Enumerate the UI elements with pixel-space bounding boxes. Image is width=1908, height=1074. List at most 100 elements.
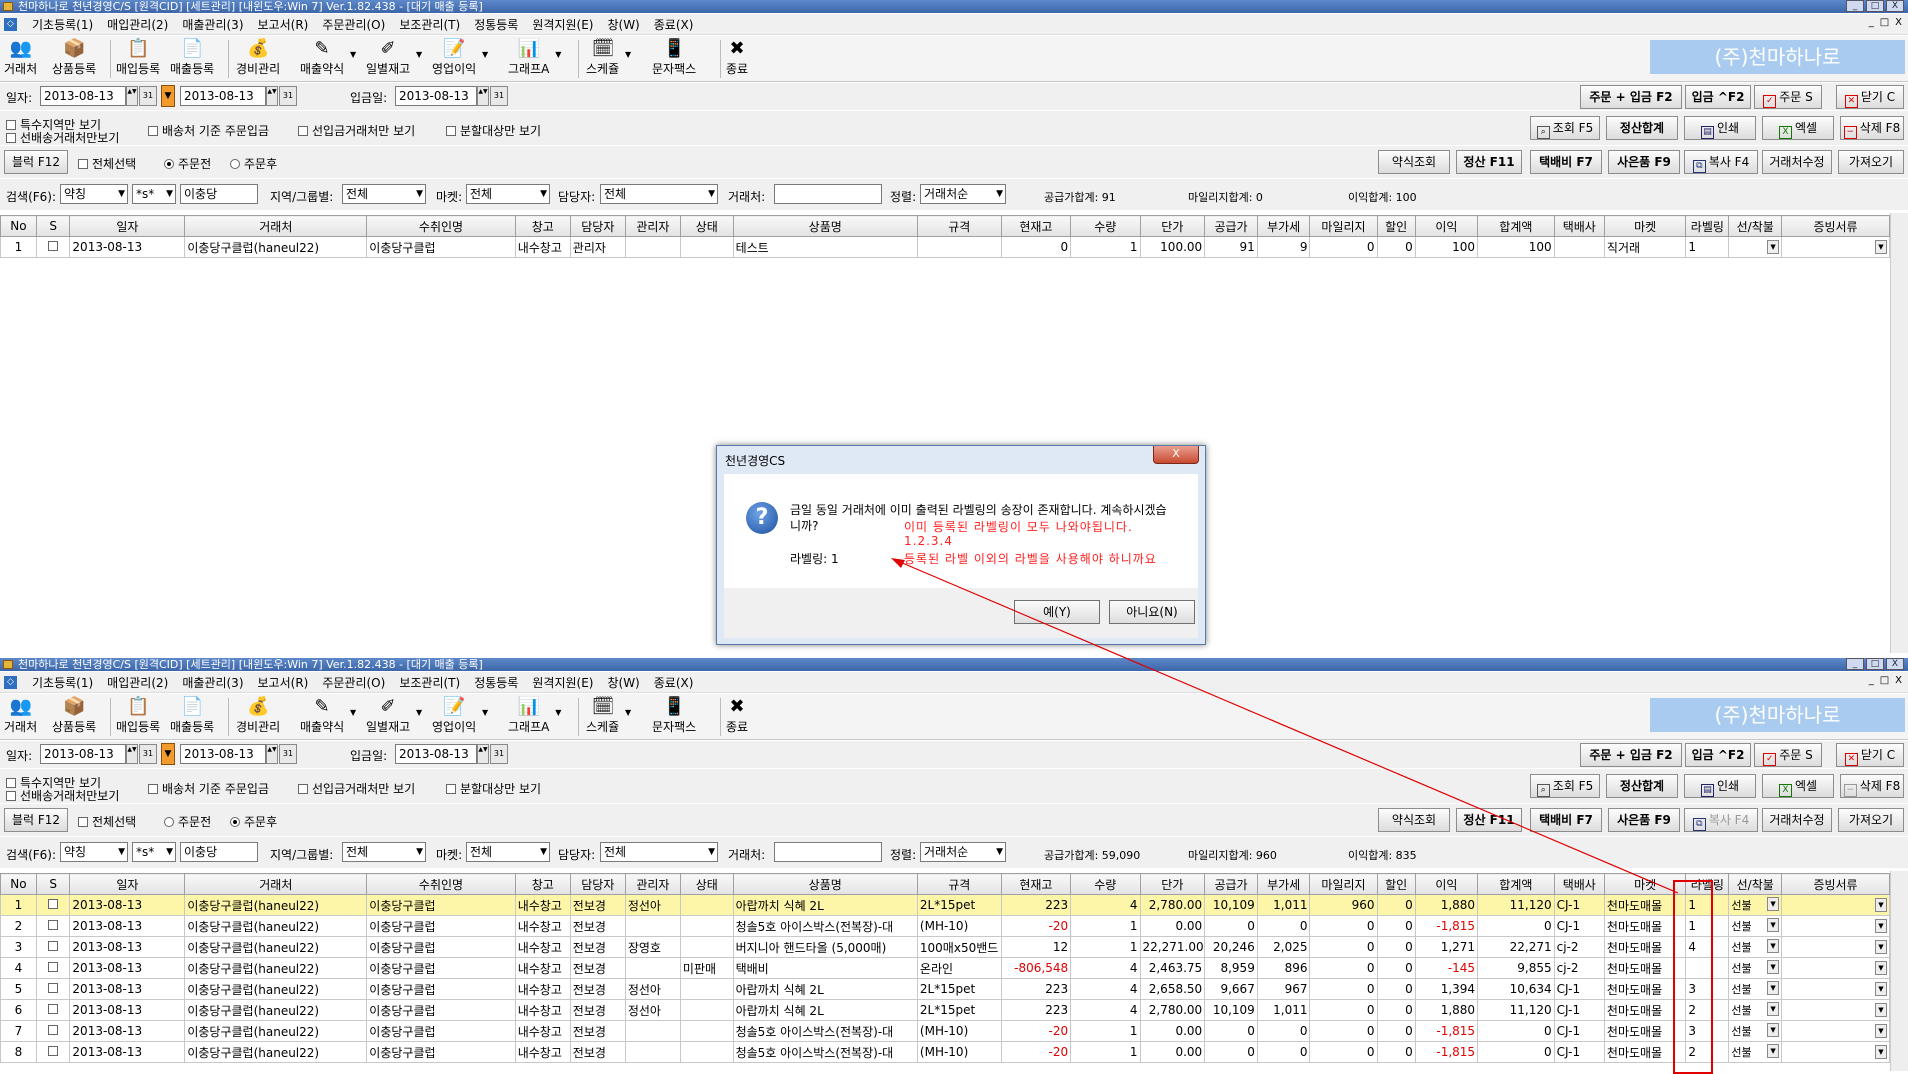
toolbar-phone-button[interactable]: 📱 문자팩스 (652, 38, 696, 80)
order-deposit-button[interactable]: 주문 + 입금 F2 (1580, 743, 1682, 767)
search-input[interactable]: 이충당 (180, 842, 258, 862)
toolbar-people-button[interactable]: 👥 거래처 (4, 696, 37, 738)
date-to-input[interactable]: 2013-08-13 (180, 86, 266, 106)
copy-button[interactable]: ⧉ 복사 F4 (1684, 808, 1758, 832)
row-checkbox[interactable] (48, 241, 59, 251)
mdi-minimize-button[interactable]: _ (1869, 675, 1874, 686)
column-header[interactable]: 공급가 (1204, 215, 1258, 237)
menu-item[interactable]: 정통등록 (467, 16, 525, 33)
chevron-down-icon[interactable]: ▼ (1767, 918, 1780, 932)
calendar-icon[interactable]: 31 (139, 744, 157, 764)
toolbar-pen-button[interactable]: ✎ 매출약식 ▼ (300, 38, 356, 80)
chevron-down-icon[interactable]: ▼ (1767, 1023, 1780, 1037)
copy-button[interactable]: ⧉ 복사 F4 (1684, 150, 1758, 174)
date-to-spinner[interactable]: ▲▼ (266, 744, 278, 764)
close-button[interactable]: ✕ 닫기 C (1836, 85, 1904, 109)
toolbar-close-x-button[interactable]: ✖ 종료 (726, 696, 748, 738)
row-checkbox[interactable] (48, 941, 59, 951)
select-all-checkbox[interactable]: 전체선택 (78, 155, 136, 172)
cell-23[interactable]: 선불 ▼ (1728, 894, 1783, 916)
column-header[interactable]: 상품명 (732, 873, 918, 895)
toolbar-box-button[interactable]: 📦 상품등록 (52, 696, 96, 738)
radio[interactable] (230, 817, 240, 827)
menu-item[interactable]: 보고서(R) (251, 674, 316, 691)
search-field-select[interactable]: 약칭 ▼ (60, 184, 128, 204)
vertical-scrollbar[interactable] (1890, 871, 1908, 1071)
column-header[interactable]: 수취인명 (366, 873, 516, 895)
checkbox[interactable] (78, 817, 88, 827)
cell-1[interactable] (35, 1041, 71, 1063)
region-select[interactable]: 전체 ▼ (342, 184, 426, 204)
cell-23[interactable]: ▼ (1728, 236, 1783, 258)
chevron-down-icon[interactable]: ▼ (1767, 981, 1780, 995)
before-order-radio[interactable]: 주문전 (164, 813, 211, 830)
column-header[interactable]: 거래처 (184, 215, 368, 237)
calendar-icon[interactable]: 31 (490, 86, 508, 106)
calendar-icon[interactable]: 31 (279, 744, 297, 764)
column-header[interactable]: 증빙서류 (1781, 873, 1890, 895)
settle-total-button[interactable]: 정산합계 (1606, 774, 1678, 798)
gift-button[interactable]: 사은품 F9 (1608, 150, 1680, 174)
entry-date-input[interactable]: 2013-08-13 (395, 744, 477, 764)
cell-23[interactable]: 선불 ▼ (1728, 936, 1783, 958)
column-header[interactable]: 관리자 (624, 873, 681, 895)
chevron-down-icon[interactable]: ▼ (166, 843, 173, 861)
fetch-button[interactable]: 가져오기 (1838, 808, 1904, 832)
column-header[interactable]: 단가 (1139, 215, 1206, 237)
menu-item[interactable]: 보조관리(T) (392, 16, 467, 33)
window-close-button[interactable]: X (1886, 0, 1904, 12)
mdi-close-button[interactable]: X (1895, 17, 1902, 28)
region-select[interactable]: 전체 ▼ (342, 842, 426, 862)
order-button[interactable]: ✓ 주문 S (1754, 85, 1822, 109)
chevron-down-icon[interactable]: ▼ (1767, 960, 1780, 974)
no-button[interactable]: 아니요(N) (1109, 600, 1195, 624)
block-button[interactable]: 블럭 F12 (4, 808, 68, 832)
row-checkbox[interactable] (48, 1004, 59, 1014)
prepaid-deposit-checkbox[interactable]: 선입금거래처만 보기 (298, 780, 415, 797)
vertical-scrollbar[interactable] (1890, 213, 1908, 653)
cell-24[interactable]: ▼ (1781, 936, 1890, 958)
column-header[interactable]: 부가세 (1256, 873, 1311, 895)
toolbar-inventory-button[interactable]: ✐ 일별재고 ▼ (366, 696, 422, 738)
checkbox[interactable] (446, 126, 456, 136)
table-row[interactable]: 3 2013-08-13 이충당구클럽(haneul22) 이충당구클럽 내수창고 전보경… (0, 936, 1890, 958)
cell-1[interactable] (35, 936, 71, 958)
row-checkbox[interactable] (48, 983, 59, 993)
after-order-radio[interactable]: 주문후 (230, 813, 277, 830)
cell-23[interactable]: 선불 ▼ (1728, 999, 1783, 1021)
entry-date-spinner[interactable]: ▲▼ (477, 86, 489, 106)
column-header[interactable]: 현재고 (1000, 873, 1072, 895)
toolbar-people-button[interactable]: 👥 거래처 (4, 38, 37, 80)
delete-button[interactable]: − 삭제 F8 (1840, 774, 1904, 798)
toolbar-profit-button[interactable]: 📝 영업이익 ▼ (432, 696, 488, 738)
calendar-icon[interactable]: 31 (490, 744, 508, 764)
column-header[interactable]: 이익 (1414, 215, 1479, 237)
close-button[interactable]: ✕ 닫기 C (1836, 743, 1904, 767)
column-header[interactable]: 거래처 (184, 873, 368, 895)
column-header[interactable]: 규격 (916, 873, 1002, 895)
print-button[interactable]: ▤ 인쇄 (1684, 116, 1756, 140)
customer-input[interactable] (774, 842, 882, 862)
cell-1[interactable] (35, 957, 71, 979)
sort-select[interactable]: 거래처순 ▼ (920, 184, 1006, 204)
cell-24[interactable]: ▼ (1781, 1020, 1890, 1042)
menu-item[interactable]: 창(W) (600, 16, 646, 33)
chevron-down-icon[interactable]: ▼ (708, 843, 715, 861)
toolbar-sales-doc-button[interactable]: 📄 매출등록 (170, 38, 214, 80)
dropdown-arrow-icon[interactable]: ▼ (555, 50, 561, 59)
column-header[interactable]: No (0, 215, 37, 237)
chevron-down-icon[interactable]: ▼ (540, 843, 547, 861)
toolbar-bar-chart-button[interactable]: 📊 그래프A ▼ (508, 696, 561, 738)
column-header[interactable]: 라벨링 (1685, 215, 1730, 237)
order-button[interactable]: ✓ 주문 S (1754, 743, 1822, 767)
table-row[interactable]: 4 2013-08-13 이충당구클럽(haneul22) 이충당구클럽 내수창고 전보경… (0, 957, 1890, 979)
cell-1[interactable] (35, 978, 71, 1000)
gift-button[interactable]: 사은품 F9 (1608, 808, 1680, 832)
maximize-button[interactable]: □ (1866, 0, 1884, 12)
table-row[interactable]: 1 2013-08-13 이충당구클럽(haneul22) 이충당구클럽 내수창고 관리자… (0, 236, 1890, 258)
checkbox[interactable] (6, 133, 16, 143)
after-order-radio[interactable]: 주문후 (230, 155, 277, 172)
chevron-down-icon[interactable]: ▼ (1875, 982, 1887, 996)
toolbar-pen-button[interactable]: ✎ 매출약식 ▼ (300, 696, 356, 738)
order-deposit-button[interactable]: 주문 + 입금 F2 (1580, 85, 1682, 109)
